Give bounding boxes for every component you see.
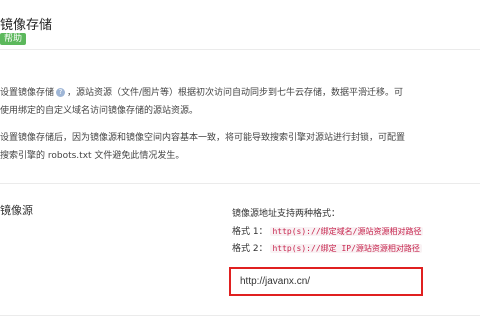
format-1-label: 格式 1： [232,227,268,237]
format-2-code: http(s)://绑定 IP/源站资源相对路径 [270,244,422,253]
mirror-source-title: 镜像源 [0,204,33,217]
info-icon[interactable]: ? [56,88,66,97]
description-line-4: 搜索引擎的 robots.txt 文件避免此情况发生。 [0,151,185,161]
help-button[interactable]: 帮助 [0,33,27,45]
description-text: 设置镜像存储 [0,88,55,98]
bottom-divider [0,315,480,316]
description-line-2: 使用绑定的自定义域名访问镜像存储的源站资源。 [0,106,199,116]
mirror-url-input[interactable] [231,269,421,294]
format-1-code: http(s)://绑定域名/源站资源相对路径 [270,227,424,236]
format-2-line: 格式 2： http(s)://绑定 IP/源站资源相对路径 [232,241,422,254]
description-text: ，源站资源（文件/图片等）根据初次访问自动同步到七牛云存储，数据平滑迁移。可 [67,88,404,98]
description-line-3: 设置镜像存储后，因为镜像源和镜像空间内容基本一致，将可能导致搜索引擎对源站进行封… [0,133,406,143]
mirror-storage-panel: 镜像存储 帮助 设置镜像存储? ，源站资源（文件/图片等）根据初次访问自动同步到七… [0,0,480,320]
format-1-line: 格式 1： http(s)://绑定域名/源站资源相对路径 [232,224,424,237]
page-title: 镜像存储 [0,18,53,33]
header-divider [0,49,480,50]
mirror-url-field [229,267,423,296]
section-divider [0,183,480,184]
formats-intro: 镜像源地址支持两种格式： [232,209,341,219]
description-line-1: 设置镜像存储? ，源站资源（文件/图片等）根据初次访问自动同步到七牛云存储，数据平… [0,86,403,100]
format-2-label: 格式 2： [232,244,268,254]
